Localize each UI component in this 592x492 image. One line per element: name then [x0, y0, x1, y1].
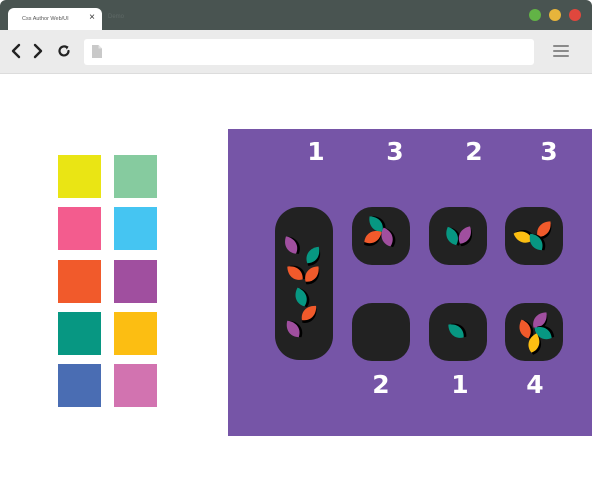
- pit-bottom-1[interactable]: [352, 303, 410, 361]
- pit-top-3[interactable]: [505, 207, 563, 265]
- seed-orange: [287, 265, 306, 280]
- swatch-blue[interactable]: [58, 364, 101, 407]
- toolbar: [0, 30, 592, 74]
- bottom-count-3: 4: [526, 370, 544, 399]
- swatch-mint[interactable]: [114, 155, 157, 198]
- seed-teal: [295, 287, 310, 308]
- forward-icon[interactable]: [30, 42, 46, 60]
- swatch-yellow[interactable]: [58, 155, 101, 198]
- reload-icon[interactable]: [56, 42, 72, 60]
- seed-purple: [285, 236, 300, 254]
- bottom-count-1: 2: [372, 370, 390, 399]
- swatch-amber[interactable]: [114, 312, 157, 355]
- seed-teal: [448, 323, 467, 338]
- swatch-pink[interactable]: [58, 207, 101, 250]
- seed-orange: [301, 305, 317, 323]
- tab-close-icon[interactable]: ×: [89, 13, 95, 23]
- menu-icon[interactable]: [553, 45, 569, 59]
- ghost-tab[interactable]: Demo: [108, 14, 124, 20]
- bottom-count-2: 1: [451, 370, 469, 399]
- address-bar[interactable]: [84, 39, 534, 65]
- browser-window: Css Author Web/UI × Demo 1 3 2 3 2 1 4: [0, 0, 592, 492]
- maximize-button[interactable]: [529, 9, 541, 21]
- swatch-teal[interactable]: [58, 312, 101, 355]
- browser-tab[interactable]: Css Author Web/UI ×: [8, 8, 102, 30]
- top-count-1: 1: [307, 137, 325, 166]
- pit-tall[interactable]: [275, 207, 333, 360]
- top-count-3: 2: [465, 137, 483, 166]
- pit-top-2[interactable]: [429, 207, 487, 265]
- minimize-button[interactable]: [549, 9, 561, 21]
- back-icon[interactable]: [8, 42, 24, 60]
- swatch-violet[interactable]: [114, 260, 157, 303]
- title-bar: Css Author Web/UI × Demo: [0, 0, 592, 30]
- top-count-4: 3: [540, 137, 558, 166]
- pit-bottom-2[interactable]: [429, 303, 487, 361]
- pit-top-1[interactable]: [352, 207, 410, 265]
- page-icon: [92, 45, 102, 58]
- tab-title: Css Author Web/UI: [22, 16, 69, 22]
- close-window-button[interactable]: [569, 9, 581, 21]
- swatch-orange[interactable]: [58, 260, 101, 303]
- mancala-board: 1 3 2 3 2 1 4: [228, 129, 592, 436]
- top-count-2: 3: [386, 137, 404, 166]
- pit-bottom-3[interactable]: [505, 303, 563, 361]
- swatch-orchid[interactable]: [114, 364, 157, 407]
- seed-teal: [306, 246, 321, 266]
- swatch-sky[interactable]: [114, 207, 157, 250]
